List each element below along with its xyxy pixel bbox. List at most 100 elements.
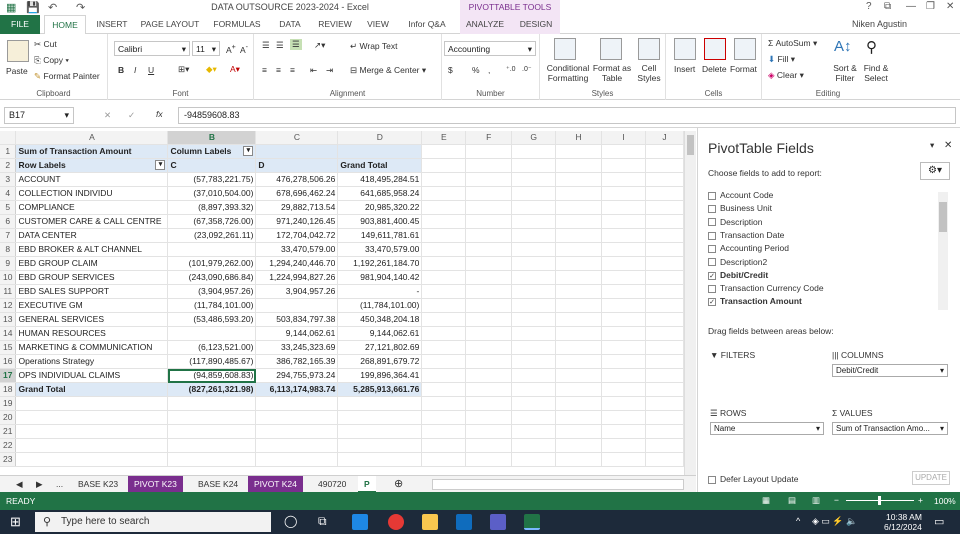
column-header[interactable]: B	[167, 131, 257, 145]
delete-cells-icon[interactable]	[704, 38, 726, 60]
field-checkbox[interactable]: Transaction Currency Code	[708, 283, 824, 293]
merge-center-button[interactable]: ⊟ Merge & Center ▾	[350, 65, 426, 76]
cell[interactable]: 1,224,994,827.26	[255, 270, 339, 285]
select-all[interactable]	[0, 131, 17, 145]
values-field-dropdown[interactable]: Sum of Transaction Amo... ▾	[832, 422, 948, 435]
cell[interactable]: (67,358,726.00)	[167, 214, 257, 229]
cell[interactable]: (23,092,261.11)	[167, 228, 257, 243]
copy-button[interactable]: ⎘ Copy ▾	[34, 55, 69, 66]
zoom-slider-thumb[interactable]	[878, 496, 881, 505]
restore-icon[interactable]: ❐	[926, 1, 935, 12]
cell[interactable]: 199,896,364.41	[337, 368, 423, 383]
excel-taskbar-icon[interactable]	[524, 514, 540, 530]
column-header[interactable]: D	[337, 131, 423, 145]
cell[interactable]: Column Labels ▾	[167, 144, 257, 159]
row-header[interactable]: 14	[0, 326, 17, 341]
align-center-icon[interactable]: ≡	[276, 65, 281, 75]
task-view-icon[interactable]: ⧉	[318, 514, 334, 530]
zoom-level[interactable]: 100%	[934, 496, 956, 506]
fill-color-icon[interactable]: ◆▾	[206, 64, 217, 75]
outlook-icon[interactable]	[456, 514, 472, 530]
cut-button[interactable]: ✂ Cut	[34, 39, 57, 50]
scroll-thumb[interactable]	[687, 135, 694, 155]
fill-button[interactable]: ⬇ Fill ▾	[768, 54, 795, 65]
field-checkbox[interactable]: Business Unit	[708, 203, 772, 213]
row-header[interactable]: 19	[0, 396, 17, 411]
columns-field-dropdown[interactable]: Debit/Credit ▾	[832, 364, 948, 377]
column-header[interactable]: I	[601, 131, 646, 145]
tray-icons[interactable]: ◈ ▭ ⚡ 🔈	[812, 516, 857, 527]
align-bottom-icon[interactable]: ☰	[290, 39, 302, 50]
cell[interactable]: 294,755,973.24	[255, 368, 339, 383]
cell[interactable]: (101,979,262.00)	[167, 256, 257, 271]
cell[interactable]: ACCOUNT	[15, 172, 169, 187]
tab-file[interactable]: FILE	[0, 15, 40, 34]
undo-icon[interactable]: ↶	[48, 1, 57, 14]
fx-button[interactable]: fx	[156, 109, 163, 119]
cell[interactable]: Grand Total	[15, 382, 169, 397]
column-header[interactable]: H	[555, 131, 603, 145]
field-checkbox[interactable]: Description	[708, 217, 763, 227]
cell[interactable]	[255, 298, 339, 313]
next-sheet-icon[interactable]: ▶	[30, 476, 49, 493]
row-header[interactable]: 21	[0, 424, 17, 439]
underline-button[interactable]: U	[148, 65, 154, 75]
cell[interactable]: Grand Total	[337, 158, 423, 173]
cell[interactable]: 27,121,802.69	[337, 340, 423, 355]
sheet-tab[interactable]: PIVOT K23	[128, 476, 183, 493]
column-header[interactable]: J	[645, 131, 684, 145]
orientation-icon[interactable]: ↗▾	[314, 40, 325, 51]
font-size-select[interactable]: 11 ▾	[192, 41, 220, 56]
clock-time[interactable]: 10:38 AM	[886, 512, 922, 522]
tab-review[interactable]: REVIEW	[314, 15, 356, 34]
cell[interactable]: EBD BROKER & ALT CHANNEL	[15, 242, 169, 257]
help-icon[interactable]: ?	[866, 1, 872, 12]
number-format-select[interactable]: Accounting ▾	[444, 41, 536, 56]
cell[interactable]: Row Labels ▾	[15, 158, 169, 173]
cell[interactable]: 476,278,506.26	[255, 172, 339, 187]
percent-button[interactable]: %	[472, 65, 480, 75]
field-checkbox[interactable]: Description2	[708, 257, 767, 267]
tab-view[interactable]: VIEW	[362, 15, 394, 34]
row-header[interactable]: 22	[0, 438, 17, 453]
zoom-out-icon[interactable]: −	[834, 495, 839, 505]
cell[interactable]: 641,685,958.24	[337, 186, 423, 201]
pane-options-icon[interactable]: ▾	[930, 140, 934, 151]
ribbon-display-icon[interactable]: ⧉	[884, 1, 891, 12]
row-header[interactable]: 2	[0, 158, 17, 173]
format-cells-icon[interactable]	[734, 38, 756, 60]
sheet-tab[interactable]: PIVOT K24	[248, 476, 303, 493]
cortana-icon[interactable]: ◯	[284, 514, 300, 530]
align-top-icon[interactable]: ☰	[262, 40, 270, 51]
font-color-icon[interactable]: A▾	[230, 64, 240, 75]
tab-infor-qa[interactable]: Infor Q&A	[402, 15, 452, 34]
defer-layout-checkbox[interactable]: Defer Layout Update	[708, 474, 798, 484]
cell[interactable]: MARKETING & COMMUNICATION	[15, 340, 169, 355]
excel-icon[interactable]: ▦	[6, 1, 16, 14]
cell[interactable]: Operations Strategy	[15, 354, 169, 369]
filter-dropdown-icon[interactable]: ▾	[155, 160, 166, 170]
cell[interactable]: 149,611,781.61	[337, 228, 423, 243]
cell[interactable]: (117,890,485.67)	[167, 354, 257, 369]
cell[interactable]: D	[255, 158, 339, 173]
rows-field-dropdown[interactable]: Name ▾	[710, 422, 824, 435]
filter-dropdown-icon[interactable]: ▾	[243, 146, 254, 156]
redo-icon[interactable]: ↷	[76, 1, 85, 14]
tab-insert[interactable]: INSERT	[92, 15, 132, 34]
cell[interactable]: DATA CENTER	[15, 228, 169, 243]
row-header[interactable]: 5	[0, 200, 17, 215]
cell[interactable]: (243,090,686.84)	[167, 270, 257, 285]
format-button[interactable]: Format	[730, 64, 757, 74]
sort-filter-icon[interactable]: A↕	[834, 38, 856, 60]
row-header[interactable]: 1	[0, 144, 17, 159]
delete-button[interactable]: Delete	[702, 64, 727, 74]
sheet-tab[interactable]: BASE K23	[72, 476, 124, 493]
field-checkbox[interactable]: Transaction Date	[708, 230, 784, 240]
row-header[interactable]: 4	[0, 186, 17, 201]
user-name[interactable]: Niken Agustin	[852, 15, 907, 34]
cell[interactable]: 678,696,462.24	[255, 186, 339, 201]
formula-input[interactable]: -94859608.83	[178, 107, 956, 124]
page-layout-view-icon[interactable]: ▤	[788, 495, 796, 506]
cell[interactable]: 903,881,400.45	[337, 214, 423, 229]
row-header[interactable]: 23	[0, 452, 17, 467]
